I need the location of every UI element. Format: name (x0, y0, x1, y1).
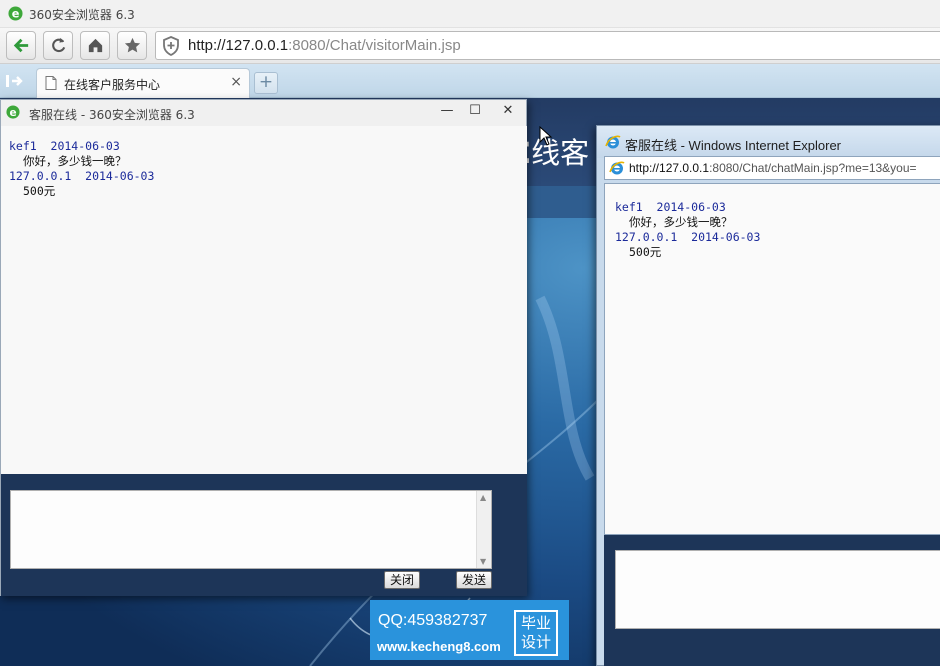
tab-bar: 在线客户服务中心 × + (0, 64, 940, 98)
tab-close-button[interactable]: × (230, 74, 242, 90)
back-arrow-icon (13, 38, 29, 53)
address-url-path: :8080/Chat/visitorMain.jsp (288, 37, 461, 54)
popup-360-titlebar: e 客服在线 - 360安全浏览器 6.3 — ☐ ✕ (1, 100, 526, 126)
star-icon (124, 37, 141, 53)
ie-address-bar[interactable]: http://127.0.0.1:8080/Chat/chatMain.jsp?… (604, 156, 940, 180)
svg-text:e: e (12, 8, 20, 21)
message-text: 你好，多少钱一晚？ (629, 215, 733, 229)
popup-360-title: 客服在线 - 360安全浏览器 6.3 (29, 108, 195, 122)
360-browser-logo-icon: e (8, 6, 23, 21)
watermark-badge-line1: 毕业 (520, 614, 551, 632)
main-window-title: 360安全浏览器 6.3 (29, 8, 135, 22)
main-toolbar: http://127.0.0.1:8080/Chat/visitorMain.j… (0, 28, 940, 64)
watermark-qq: QQ:459382737 (378, 612, 488, 629)
message-meta: 127.0.0.1 2014-06-03 (9, 169, 155, 183)
home-button[interactable] (80, 31, 110, 60)
ie-chat-log: kef1 2014-06-03 你好，多少钱一晚？ 127.0.0.1 2014… (615, 200, 760, 260)
scroll-up-icon[interactable]: ▲ (480, 493, 486, 502)
ie-address-url: http://127.0.0.1:8080/Chat/chatMain.jsp?… (629, 161, 917, 175)
ie-address-url-path: :8080/Chat/chatMain.jsp?me=13&you= (709, 161, 917, 175)
address-url: http://127.0.0.1:8080/Chat/visitorMain.j… (188, 37, 461, 54)
message-text: 500元 (629, 245, 662, 259)
ie-message-input[interactable] (615, 550, 940, 629)
ie-page-icon (609, 161, 625, 175)
watermark-site: www.kecheng8.com (377, 639, 501, 654)
minimize-button[interactable]: — (432, 100, 462, 122)
new-tab-button[interactable]: + (254, 72, 278, 94)
message-text: 500元 (23, 184, 56, 198)
watermark-banner: QQ:459382737 www.kecheng8.com 毕业 设计 (370, 600, 569, 660)
chat-log: kef1 2014-06-03 你好，多少钱一晚？ 127.0.0.1 2014… (9, 139, 154, 199)
chat-popup-ie: 客服在线 - Windows Internet Explorer http://… (596, 125, 940, 666)
chat-popup-360: e 客服在线 - 360安全浏览器 6.3 — ☐ ✕ kef1 2014-06… (0, 99, 527, 596)
address-url-host: http://127.0.0.1 (188, 37, 289, 54)
mouse-cursor-icon (539, 126, 553, 146)
send-button[interactable]: 发送 (456, 571, 493, 589)
favorite-button[interactable] (117, 31, 147, 60)
refresh-icon (52, 37, 66, 53)
360-browser-logo-icon: e (6, 105, 20, 119)
svg-text:e: e (10, 107, 17, 119)
sidebar-toggle-icon[interactable] (4, 72, 26, 90)
address-bar[interactable]: http://127.0.0.1:8080/Chat/visitorMain.j… (155, 31, 940, 60)
home-icon (88, 38, 103, 53)
chat-log-area: kef1 2014-06-03 你好，多少钱一晚？ 127.0.0.1 2014… (1, 126, 527, 474)
message-meta: 127.0.0.1 2014-06-03 (615, 230, 761, 244)
refresh-button[interactable] (43, 31, 73, 60)
back-button[interactable] (6, 31, 36, 60)
tab-customer-service[interactable]: 在线客户服务中心 × (36, 68, 250, 98)
popup-ie-titlebar: 客服在线 - Windows Internet Explorer (597, 126, 940, 158)
message-meta: kef1 2014-06-03 (9, 139, 120, 153)
message-input[interactable]: ▲ ▼ (10, 490, 492, 569)
tab-label: 在线客户服务中心 (64, 78, 161, 92)
ie-logo-icon (605, 135, 621, 149)
ie-compose-area (604, 535, 940, 666)
main-window-titlebar: e 360安全浏览器 6.3 (0, 0, 940, 28)
watermark-badge-line2: 设计 (520, 633, 551, 651)
message-input-scrollbar[interactable]: ▲ ▼ (476, 491, 491, 568)
page-document-icon (45, 76, 57, 90)
ie-address-url-host: http://127.0.0.1 (629, 161, 710, 175)
popup-ie-title: 客服在线 - Windows Internet Explorer (625, 138, 842, 153)
security-shield-icon (163, 36, 179, 57)
maximize-button[interactable]: ☐ (460, 100, 490, 122)
watermark-badge: 毕业 设计 (514, 610, 558, 656)
scroll-down-icon[interactable]: ▼ (480, 557, 486, 566)
close-chat-button[interactable]: 关闭 (384, 571, 421, 589)
message-meta: kef1 2014-06-03 (615, 200, 726, 214)
message-text: 你好，多少钱一晚？ (23, 154, 127, 168)
close-window-button[interactable]: ✕ (493, 100, 523, 122)
compose-area: ▲ ▼ 关闭 发送 (1, 474, 527, 596)
ie-chat-log-area: kef1 2014-06-03 你好，多少钱一晚？ 127.0.0.1 2014… (604, 183, 940, 535)
